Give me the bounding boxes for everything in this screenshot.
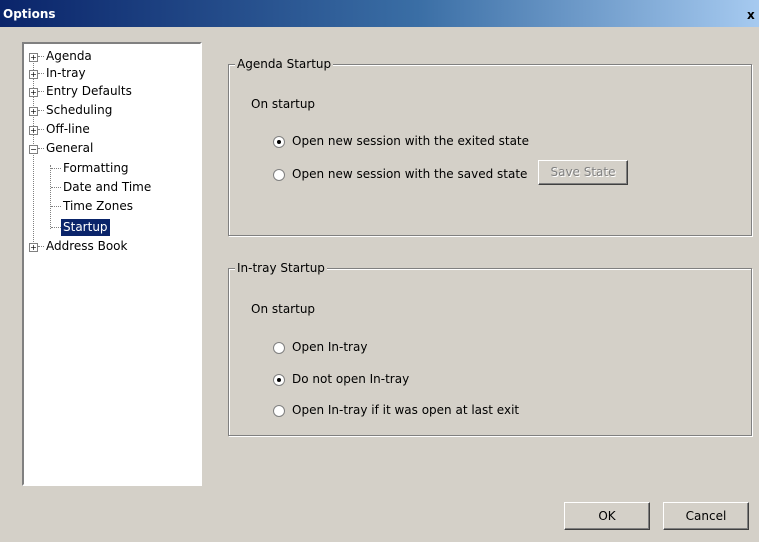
- cancel-button[interactable]: Cancel: [663, 502, 749, 530]
- tree-connector: [51, 227, 61, 228]
- tree-label: Off-line: [46, 122, 90, 136]
- tree-item-startup[interactable]: Startup: [24, 219, 194, 236]
- radio-label-open-in-tray[interactable]: Open In-tray: [292, 340, 367, 354]
- radio-open-exited-state[interactable]: [273, 136, 285, 148]
- tree-label: Scheduling: [46, 103, 113, 117]
- save-state-button[interactable]: Save State: [538, 160, 628, 185]
- close-button[interactable]: x: [747, 7, 759, 23]
- tree-label: General: [46, 141, 94, 155]
- in-tray-startup-group: In-tray Startup On startup Open In-tray …: [228, 261, 752, 436]
- tree-label: Formatting: [63, 161, 129, 175]
- tree-label: Time Zones: [63, 199, 133, 213]
- tree-label: Date and Time: [63, 180, 152, 194]
- radio-label-do-not-open-in-tray[interactable]: Do not open In-tray: [292, 372, 409, 386]
- expand-icon[interactable]: +: [29, 126, 38, 135]
- expand-icon[interactable]: +: [29, 107, 38, 116]
- radio-label-exited-state[interactable]: Open new session with the exited state: [292, 134, 529, 148]
- tree-label: Entry Defaults: [46, 84, 132, 98]
- tree-label: Agenda: [46, 49, 92, 63]
- tree-item-scheduling[interactable]: + Scheduling: [24, 102, 194, 119]
- tree-label: Startup: [61, 219, 110, 236]
- tree-item-off-line[interactable]: + Off-line: [24, 121, 194, 138]
- radio-open-in-tray[interactable]: [273, 342, 285, 354]
- tree-connector: [51, 206, 61, 207]
- options-tree[interactable]: + Agenda + In-tray + Entry Defaults + Sc…: [22, 42, 202, 486]
- tree-item-address-book[interactable]: + Address Book: [24, 238, 194, 255]
- tree-label: In-tray: [46, 66, 86, 80]
- radio-open-saved-state[interactable]: [273, 169, 285, 181]
- agenda-on-startup-label: On startup: [251, 97, 316, 111]
- radio-open-in-tray-if-open[interactable]: [273, 405, 285, 417]
- agenda-startup-title: Agenda Startup: [235, 57, 334, 71]
- tree-item-in-tray[interactable]: + In-tray: [24, 65, 194, 82]
- agenda-startup-group: Agenda Startup On startup Open new sessi…: [228, 57, 752, 236]
- window-title: Options: [3, 7, 56, 21]
- title-bar[interactable]: Options: [0, 0, 759, 27]
- tree-item-formatting[interactable]: Formatting: [24, 160, 194, 177]
- tree-item-date-and-time[interactable]: Date and Time: [24, 179, 194, 196]
- tree-item-agenda[interactable]: + Agenda: [24, 48, 194, 65]
- in-tray-on-startup-label: On startup: [251, 302, 316, 316]
- tree-connector: [51, 168, 61, 169]
- radio-do-not-open-in-tray[interactable]: [273, 374, 285, 386]
- radio-label-saved-state[interactable]: Open new session with the saved state: [292, 167, 527, 181]
- in-tray-startup-title: In-tray Startup: [235, 261, 327, 275]
- expand-icon[interactable]: +: [29, 70, 38, 79]
- tree-item-entry-defaults[interactable]: + Entry Defaults: [24, 83, 194, 100]
- expand-icon[interactable]: +: [29, 243, 38, 252]
- expand-icon[interactable]: +: [29, 88, 38, 97]
- expand-icon[interactable]: +: [29, 53, 38, 62]
- tree-connector: [51, 187, 61, 188]
- tree-item-time-zones[interactable]: Time Zones: [24, 198, 194, 215]
- ok-button[interactable]: OK: [564, 502, 650, 530]
- tree-label: Address Book: [46, 239, 128, 253]
- collapse-icon[interactable]: −: [29, 145, 38, 154]
- tree-item-general[interactable]: − General: [24, 140, 194, 157]
- radio-label-open-in-tray-if-open[interactable]: Open In-tray if it was open at last exit: [292, 403, 519, 417]
